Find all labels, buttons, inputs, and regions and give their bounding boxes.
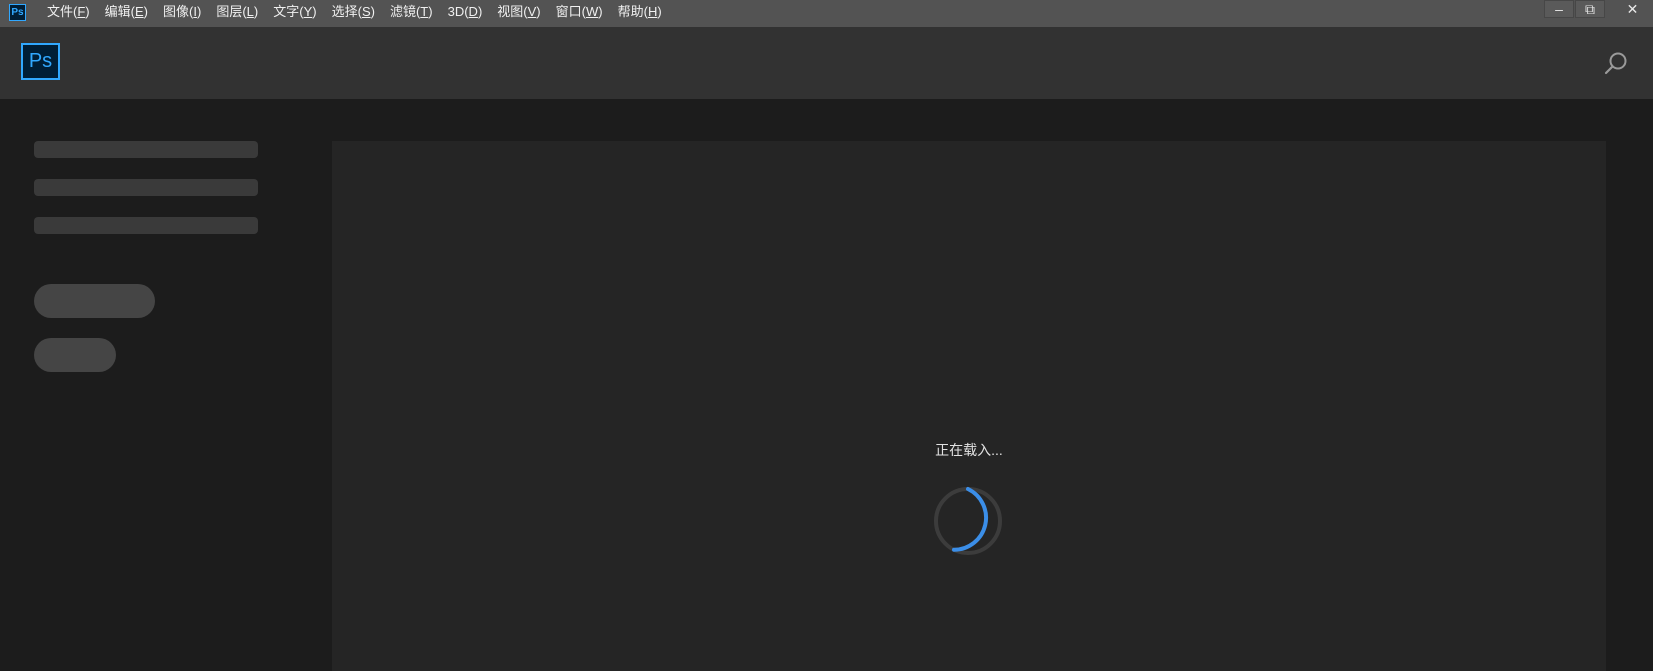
search-icon[interactable] <box>1603 51 1629 77</box>
menu-select[interactable]: 选择(S) <box>332 0 375 27</box>
sidebar <box>0 99 332 671</box>
menu-bar: Ps 文件(F) 编辑(E) 图像(I) 图层(L) 文字(Y) 选择(S) 滤… <box>0 0 1653 27</box>
menu-help[interactable]: 帮助(H) <box>618 0 662 27</box>
photoshop-logo[interactable]: Ps <box>21 43 60 80</box>
sidebar-placeholder-button <box>34 338 116 372</box>
sidebar-placeholder-button <box>34 284 155 318</box>
loading-text: 正在载入... <box>935 442 1003 458</box>
photoshop-app-icon[interactable]: Ps <box>9 4 26 21</box>
menu-layer[interactable]: 图层(L) <box>216 0 258 27</box>
menu-image[interactable]: 图像(I) <box>163 0 201 27</box>
menu-list: 文件(F) 编辑(E) 图像(I) 图层(L) 文字(Y) 选择(S) 滤镜(T… <box>47 0 677 27</box>
restore-button[interactable]: ⧉ <box>1575 0 1605 18</box>
main-content-panel: 正在载入... <box>332 141 1606 671</box>
menu-view[interactable]: 视图(V) <box>497 0 540 27</box>
menu-file[interactable]: 文件(F) <box>47 0 90 27</box>
sidebar-placeholder-line <box>34 217 258 234</box>
minimize-button[interactable]: – <box>1544 0 1574 18</box>
close-button[interactable]: ✕ <box>1614 0 1651 18</box>
home-header: Ps <box>0 27 1653 99</box>
menu-3d[interactable]: 3D(D) <box>448 0 483 27</box>
menu-window[interactable]: 窗口(W) <box>556 0 603 27</box>
sidebar-placeholder-line <box>34 141 258 158</box>
sidebar-placeholder-line <box>34 179 258 196</box>
menu-filter[interactable]: 滤镜(T) <box>390 0 433 27</box>
loading-spinner-icon <box>933 486 1003 556</box>
menu-edit[interactable]: 编辑(E) <box>105 0 148 27</box>
menu-type[interactable]: 文字(Y) <box>273 0 316 27</box>
